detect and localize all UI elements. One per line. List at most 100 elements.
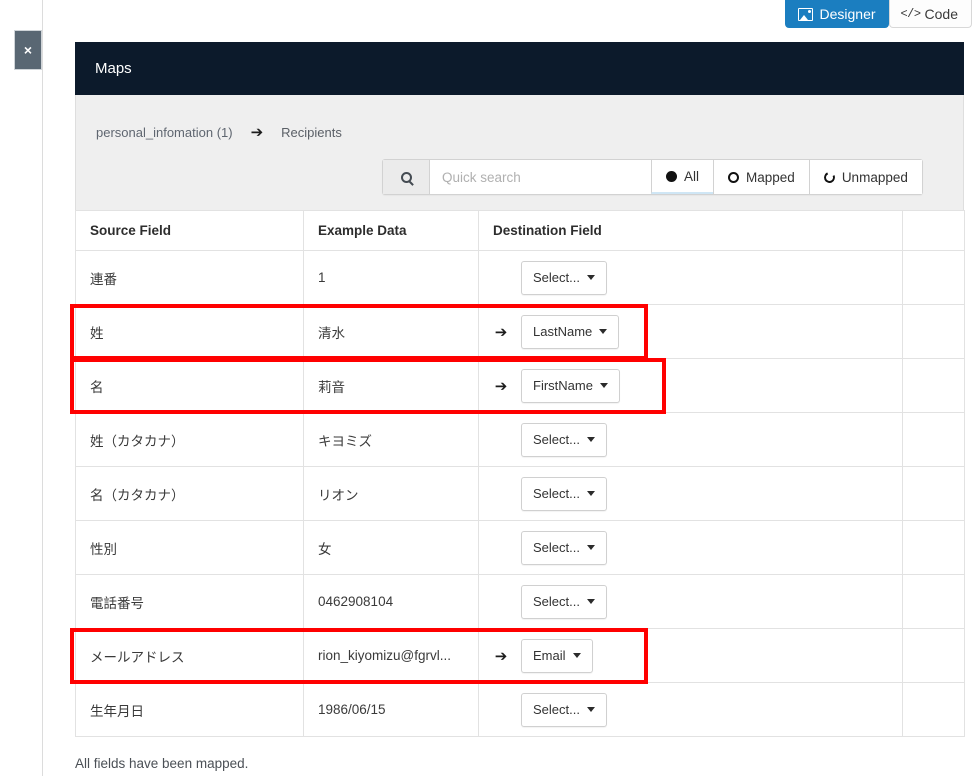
cell-source-field: 姓（カタカナ） [75,412,304,467]
breadcrumb-destination[interactable]: Recipients [281,125,342,140]
cell-source-field: メールアドレス [75,628,304,683]
destination-field-value: Email [533,648,566,663]
maps-panel: Maps personal_infomation (1) ➔ Recipient… [75,42,965,737]
destination-field-dropdown[interactable]: Select... [521,692,607,727]
example-data-text: リオン [318,487,359,503]
filter-mapped-label: Mapped [746,169,795,185]
example-data-text: 1986/06/15 [318,702,386,717]
table-header-row: Source Field Example Data Destination Fi… [75,210,965,251]
arrow-right-icon: ➔ [250,124,264,141]
cell-destination-field: ➔ FirstName [478,358,903,413]
cell-destination-field: ➔ LastName [478,304,903,359]
cell-example-data: 莉音 [303,358,479,413]
breadcrumb-source[interactable]: personal_infomation (1) [96,125,233,140]
cell-destination-field: ➔Select... [478,574,903,629]
maps-panel-header: Maps [75,42,964,95]
cell-example-data: キヨミズ [303,412,479,467]
table-row: 名（カタカナ） リオン ➔Select... [75,466,965,521]
breadcrumb: personal_infomation (1) ➔ Recipients [90,95,949,141]
destination-field-value: FirstName [533,378,593,393]
destination-field-dropdown[interactable]: FirstName [521,368,620,403]
map-arrow-icon: ➔ [494,323,508,341]
search-icon-button[interactable] [383,160,430,194]
cell-example-data: 女 [303,520,479,575]
field-mapping-table: Source Field Example Data Destination Fi… [75,210,965,737]
cell-actions [902,520,965,575]
table-row: 生年月日 1986/06/15 ➔Select... [75,682,965,737]
chevron-down-icon [599,383,608,388]
table-row: 姓清水 ➔ LastName [75,304,965,359]
destination-field-dropdown[interactable]: Select... [521,422,607,457]
destination-field-dropdown[interactable]: Select... [521,476,607,511]
table-row: 電話番号 0462908104 ➔Select... [75,574,965,629]
cell-actions [902,628,965,683]
chevron-down-icon [586,275,595,280]
circle-filled-icon [666,170,677,182]
table-row: 姓（カタカナ） キヨミズ ➔Select... [75,412,965,467]
table-row: メールアドレス rion_kiyomizu@fgrvl... ➔ Email [75,628,965,683]
tab-designer-label: Designer [819,6,876,22]
chevron-down-icon [599,329,608,334]
cell-example-data: rion_kiyomizu@fgrvl... [303,628,479,683]
filter-all-button[interactable]: All [651,160,714,194]
filter-unmapped-label: Unmapped [841,169,908,185]
example-data-text: 清水 [318,325,345,341]
tab-designer[interactable]: Designer [784,0,889,28]
circle-broken-icon [822,169,837,185]
top-tab-strip: Designer </> Code [0,0,980,30]
cell-actions [902,682,965,737]
destination-field-dropdown[interactable]: Select... [521,584,607,619]
cell-example-data: 清水 [303,304,479,359]
destination-field-dropdown[interactable]: Select... [521,530,607,565]
cell-example-data: 1 [303,250,479,305]
filter-unmapped-button[interactable]: Unmapped [808,160,922,194]
cell-example-data: リオン [303,466,479,521]
code-icon: </> [900,6,921,21]
chevron-down-icon [572,653,581,658]
cell-destination-field: ➔Select... [478,466,903,521]
example-data-text: 莉音 [318,379,345,395]
column-header-actions [902,210,965,251]
destination-field-value: Select... [533,594,580,609]
cell-actions [902,412,965,467]
destination-field-dropdown[interactable]: LastName [521,314,620,349]
destination-field-value: LastName [533,324,593,339]
map-arrow-icon: ➔ [494,647,508,665]
circle-hollow-icon [728,171,740,183]
column-header-source-field: Source Field [75,210,304,251]
image-icon [798,7,814,21]
cell-example-data: 0462908104 [303,574,479,629]
cell-actions [902,304,965,359]
cell-destination-field: ➔ Email [478,628,903,683]
cell-actions [902,358,965,413]
cell-source-field: 名 [75,358,304,413]
cell-source-field: 連番 [75,250,304,305]
example-data-text: 0462908104 [318,594,394,609]
search-input[interactable] [430,160,651,194]
close-panel-button[interactable]: × [14,30,42,70]
example-data-text: rion_kiyomizu@fgrvl... [318,648,451,663]
chevron-down-icon [586,707,595,712]
search-filter-bar: All Mapped Unmapped [382,159,923,195]
destination-field-value: Select... [533,540,580,555]
destination-field-value: Select... [533,486,580,501]
filter-all-label: All [684,168,700,184]
example-data-text: 1 [318,270,326,285]
destination-field-dropdown[interactable]: Email [521,638,593,673]
cell-actions [902,466,965,521]
cell-actions [902,250,965,305]
destination-field-dropdown[interactable]: Select... [521,260,607,295]
tab-code[interactable]: </> Code [888,0,972,28]
chevron-down-icon [586,491,595,496]
cell-source-field: 電話番号 [75,574,304,629]
cell-destination-field: ➔Select... [478,412,903,467]
example-data-text: キヨミズ [318,433,372,449]
left-divider [42,0,43,776]
maps-toolbar: personal_infomation (1) ➔ Recipients All… [75,95,964,210]
status-message: All fields have been mapped. [75,756,249,771]
chevron-down-icon [586,545,595,550]
table-row: 名莉音 ➔ FirstName [75,358,965,413]
search-icon [400,171,412,183]
table-header: Source Field Example Data Destination Fi… [75,210,965,251]
filter-mapped-button[interactable]: Mapped [713,160,809,194]
